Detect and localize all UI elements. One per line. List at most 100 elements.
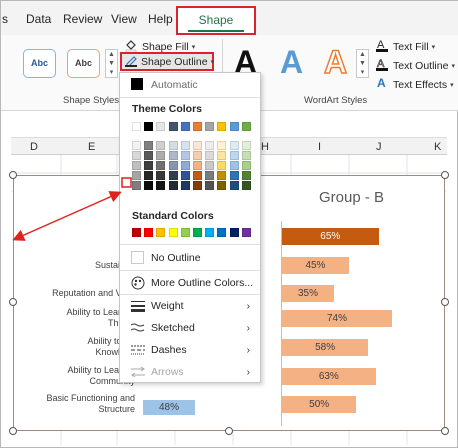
theme-shade-swatch[interactable] — [180, 171, 190, 180]
theme-shade-swatch[interactable] — [229, 171, 239, 180]
theme-color-swatch[interactable] — [241, 122, 251, 131]
column-header-j[interactable]: J — [376, 141, 382, 153]
theme-color-swatch[interactable] — [180, 122, 190, 131]
tab-data[interactable]: Data — [26, 12, 51, 26]
standard-color-swatch[interactable] — [229, 228, 239, 237]
theme-shade-swatch[interactable] — [217, 181, 227, 190]
theme-shade-swatch[interactable] — [156, 161, 166, 170]
dashes-option[interactable]: Dashes › — [120, 340, 260, 360]
wordart-gallery-scroll[interactable]: ▲ ▼ ▾ — [356, 49, 369, 78]
column-header-d[interactable]: D — [30, 141, 38, 153]
text-fill-button[interactable]: A Text Fill ▾ — [376, 38, 435, 55]
theme-shade-swatch[interactable] — [217, 161, 227, 170]
theme-color-swatch[interactable] — [193, 122, 202, 131]
standard-color-swatch[interactable] — [144, 228, 154, 237]
standard-color-swatch[interactable] — [180, 228, 190, 237]
resize-handle-left[interactable] — [9, 298, 17, 306]
bar-group-b[interactable]: 58% — [282, 339, 369, 356]
wordart-style-orange-outline[interactable]: A — [323, 44, 348, 80]
theme-shade-swatch[interactable] — [193, 171, 202, 180]
theme-shade-swatch[interactable] — [229, 151, 239, 160]
theme-shade-swatch[interactable] — [217, 151, 227, 160]
standard-color-swatch[interactable] — [156, 228, 166, 237]
theme-shade-swatch[interactable] — [205, 171, 215, 180]
theme-shade-swatch[interactable] — [144, 151, 154, 160]
theme-color-swatch[interactable] — [156, 122, 166, 131]
theme-shade-swatch[interactable] — [193, 181, 202, 190]
theme-shade-swatch[interactable] — [217, 171, 227, 180]
resize-handle-bottom-right[interactable] — [441, 427, 449, 435]
wordart-style-blue[interactable]: A — [280, 45, 303, 79]
theme-shade-swatch[interactable] — [168, 151, 178, 160]
bar-group-b[interactable]: 65% — [282, 228, 379, 245]
tab-review[interactable]: Review — [63, 12, 102, 26]
theme-shade-swatch[interactable] — [156, 151, 166, 160]
theme-color-swatch[interactable] — [144, 122, 154, 131]
theme-shade-swatch[interactable] — [132, 141, 141, 150]
theme-shade-swatch[interactable] — [180, 151, 190, 160]
sketched-option[interactable]: Sketched › — [120, 318, 260, 338]
theme-color-swatch[interactable] — [217, 122, 227, 131]
theme-color-swatch[interactable] — [168, 122, 178, 131]
bar-group-b[interactable]: 63% — [282, 368, 376, 385]
theme-shade-swatch[interactable] — [180, 141, 190, 150]
theme-shade-swatch[interactable] — [241, 151, 251, 160]
theme-color-swatch[interactable] — [132, 122, 141, 131]
theme-shade-swatch[interactable] — [156, 141, 166, 150]
theme-shade-swatch[interactable] — [193, 141, 202, 150]
theme-shade-swatch[interactable] — [217, 141, 227, 150]
theme-shade-swatch[interactable] — [241, 181, 251, 190]
theme-shade-swatch[interactable] — [205, 141, 215, 150]
column-header-k[interactable]: K — [434, 141, 441, 153]
tab-help[interactable]: Help — [148, 12, 173, 26]
theme-shade-swatch[interactable] — [132, 171, 141, 180]
standard-color-swatch[interactable] — [217, 228, 227, 237]
theme-shade-swatch[interactable] — [241, 141, 251, 150]
text-outline-button[interactable]: A Text Outline ▾ — [376, 57, 455, 74]
theme-shade-swatch[interactable] — [168, 181, 178, 190]
theme-shade-swatch[interactable] — [144, 161, 154, 170]
resize-handle-bottom[interactable] — [225, 427, 233, 435]
theme-shade-swatch[interactable] — [205, 181, 215, 190]
more-outline-colors-option[interactable]: More Outline Colors... — [120, 273, 260, 293]
bar-group-b[interactable]: 35% — [282, 285, 335, 302]
resize-handle-right[interactable] — [441, 298, 449, 306]
theme-shade-swatch[interactable] — [144, 141, 154, 150]
resize-handle-bottom-left[interactable] — [9, 427, 17, 435]
chart-title-group-b[interactable]: Group - B — [319, 189, 384, 206]
theme-shade-swatch[interactable] — [193, 161, 202, 170]
theme-shade-swatch[interactable] — [229, 141, 239, 150]
weight-option[interactable]: Weight › — [120, 296, 260, 316]
theme-color-swatch[interactable] — [205, 122, 215, 131]
bar-group-b[interactable]: 50% — [282, 396, 357, 413]
theme-shade-swatch[interactable] — [156, 171, 166, 180]
theme-shade-swatch[interactable] — [205, 151, 215, 160]
tab-view[interactable]: View — [111, 12, 137, 26]
resize-handle-top-right[interactable] — [441, 171, 449, 179]
theme-shade-swatch[interactable] — [168, 171, 178, 180]
text-effects-button[interactable]: A Text Effects ▾ — [376, 76, 454, 93]
theme-shade-swatch[interactable] — [132, 181, 141, 190]
theme-shade-swatch[interactable] — [144, 171, 154, 180]
standard-color-swatch[interactable] — [205, 228, 215, 237]
theme-shade-swatch[interactable] — [205, 161, 215, 170]
theme-shade-swatch[interactable] — [180, 161, 190, 170]
theme-shade-swatch[interactable] — [144, 181, 154, 190]
standard-color-swatch[interactable] — [193, 228, 202, 237]
shape-styles-gallery-scroll[interactable]: ▲ ▼ ▾ — [105, 49, 118, 78]
no-outline-option[interactable]: No Outline — [120, 248, 260, 268]
theme-shade-swatch[interactable] — [168, 141, 178, 150]
column-header-e[interactable]: E — [88, 141, 95, 153]
theme-shade-swatch[interactable] — [156, 181, 166, 190]
theme-shade-swatch[interactable] — [241, 161, 251, 170]
tab-partial[interactable]: s — [2, 12, 8, 26]
theme-shade-swatch[interactable] — [180, 181, 190, 190]
standard-color-swatch[interactable] — [168, 228, 178, 237]
shape-style-thumb-2[interactable]: Abc — [67, 49, 100, 78]
theme-shade-swatch[interactable] — [132, 161, 141, 170]
standard-color-swatch[interactable] — [132, 228, 141, 237]
shape-style-thumb-1[interactable]: Abc — [23, 49, 56, 78]
theme-shade-swatch[interactable] — [241, 171, 251, 180]
automatic-color-option[interactable]: Automatic — [120, 75, 260, 95]
bar-group-b[interactable]: 74% — [282, 310, 392, 327]
